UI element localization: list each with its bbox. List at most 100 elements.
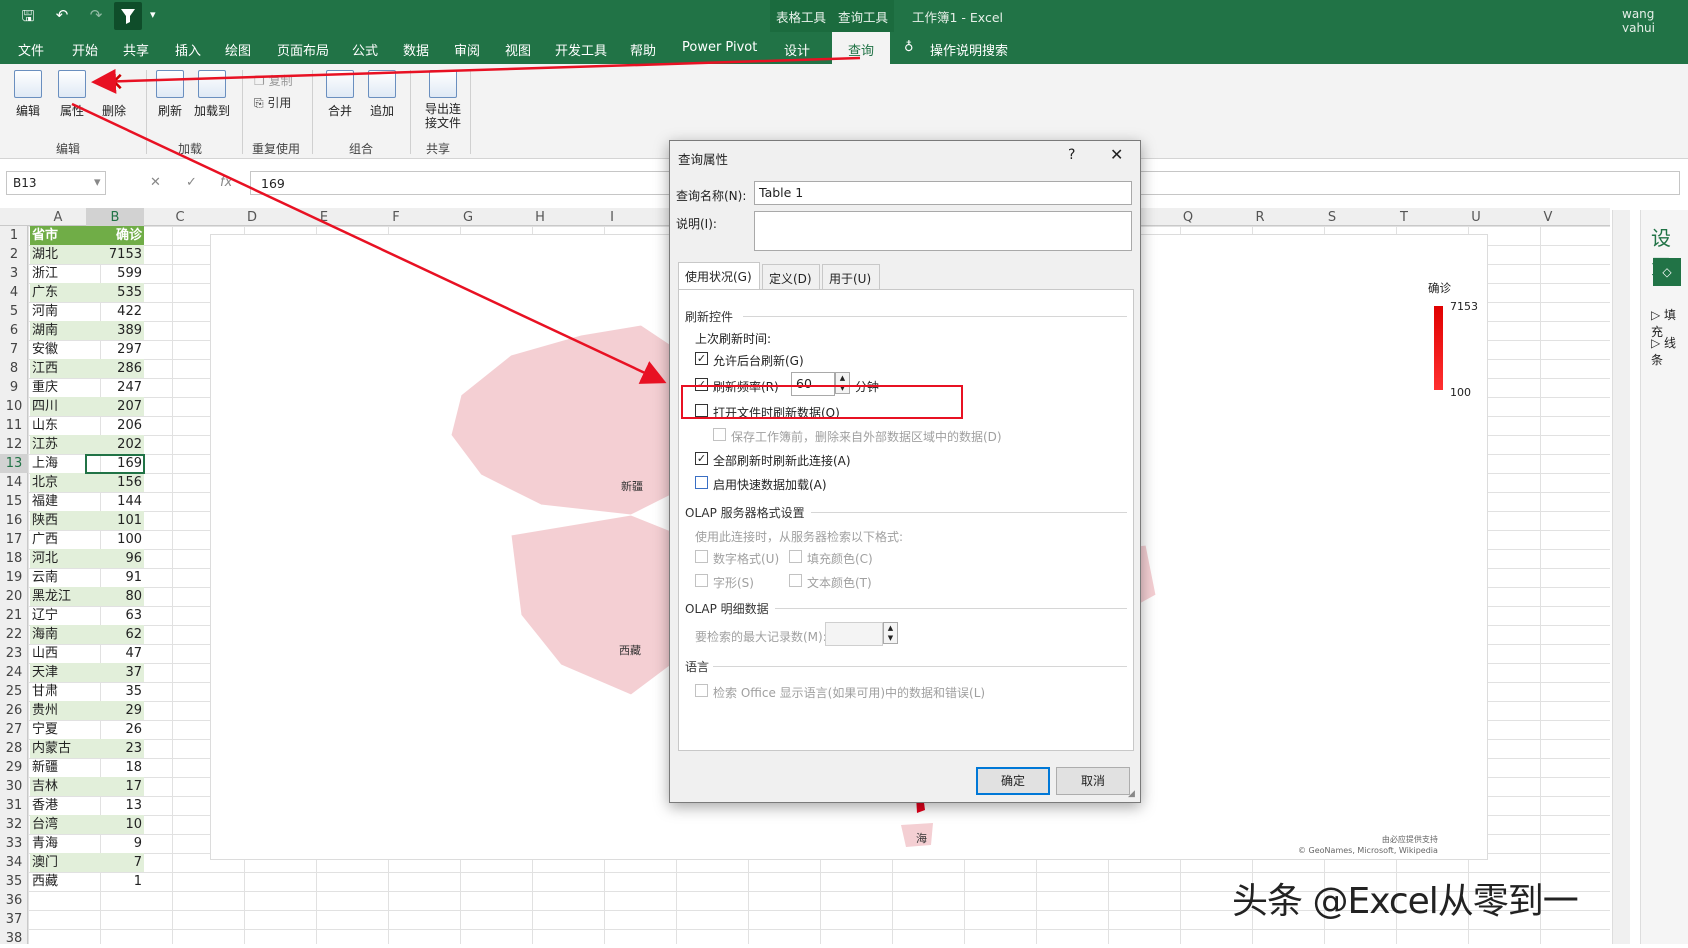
column-header-q[interactable]: Q [1152, 210, 1224, 225]
table-cell-confirmed[interactable]: 297 [86, 340, 144, 359]
row-header[interactable]: 31 [0, 796, 28, 815]
remove-data-checkbox[interactable] [713, 428, 726, 441]
table-cell-province[interactable]: 河北 [30, 549, 86, 568]
max-records-spinner[interactable]: ▲ ▼ [883, 622, 898, 644]
table-cell-province[interactable]: 浙江 [30, 264, 86, 283]
table-cell-province[interactable]: 宁夏 [30, 720, 86, 739]
table-cell-confirmed[interactable]: 156 [86, 473, 144, 492]
column-header-v[interactable]: V [1512, 210, 1584, 225]
tab-query[interactable]: 查询 [832, 32, 890, 64]
column-header-c[interactable]: C [144, 210, 216, 225]
table-cell-confirmed[interactable]: 37 [86, 663, 144, 682]
row-header[interactable]: 38 [0, 929, 28, 948]
fill-color-checkbox[interactable] [789, 550, 802, 563]
tab-used-in[interactable]: 用于(U) [822, 264, 880, 289]
resize-grip-icon[interactable]: ◢ [1128, 789, 1135, 799]
text-color-checkbox[interactable] [789, 574, 802, 587]
table-cell-province[interactable]: 湖南 [30, 321, 86, 340]
paint-bucket-icon[interactable]: ◇ [1653, 258, 1681, 286]
row-header[interactable]: 1 [0, 226, 28, 245]
table-cell-province[interactable]: 重庆 [30, 378, 86, 397]
table-cell-confirmed[interactable]: 26 [86, 720, 144, 739]
row-header[interactable]: 23 [0, 644, 28, 663]
background-refresh-checkbox[interactable]: ✓ [695, 352, 708, 365]
column-header-a[interactable]: A [30, 210, 86, 225]
tab-draw[interactable]: 绘图 [225, 40, 251, 59]
name-box-dropdown-icon[interactable]: ▾ [94, 175, 101, 190]
table-cell-province[interactable]: 湖北 [30, 245, 86, 264]
table-cell-province[interactable]: 青海 [30, 834, 86, 853]
row-header[interactable]: 4 [0, 283, 28, 302]
row-header[interactable]: 11 [0, 416, 28, 435]
tab-view[interactable]: 视图 [505, 40, 531, 59]
tab-help[interactable]: 帮助 [630, 40, 656, 59]
row-header[interactable]: 30 [0, 777, 28, 796]
table-cell-confirmed[interactable]: 23 [86, 739, 144, 758]
tab-review[interactable]: 审阅 [454, 40, 480, 59]
row-header[interactable]: 21 [0, 606, 28, 625]
table-cell-confirmed[interactable]: 80 [86, 587, 144, 606]
tab-design[interactable]: 设计 [784, 40, 810, 59]
tab-home[interactable]: 开始 [72, 40, 98, 59]
load-to-button[interactable]: 加载到 [192, 70, 232, 119]
row-header[interactable]: 25 [0, 682, 28, 701]
close-icon[interactable]: ✕ [1110, 145, 1123, 164]
table-cell-confirmed[interactable]: 207 [86, 397, 144, 416]
reference-button[interactable]: ⎘ 引用 [254, 94, 291, 111]
row-header[interactable]: 29 [0, 758, 28, 777]
table-cell-confirmed[interactable]: 599 [86, 264, 144, 283]
row-header[interactable]: 19 [0, 568, 28, 587]
table-cell-confirmed[interactable]: 63 [86, 606, 144, 625]
tell-me-search[interactable]: 操作说明搜索 [930, 40, 1008, 59]
table-cell-confirmed[interactable]: 144 [86, 492, 144, 511]
table-cell-province[interactable]: 甘肃 [30, 682, 86, 701]
row-header[interactable]: 12 [0, 435, 28, 454]
number-format-checkbox[interactable] [695, 550, 708, 563]
tab-power-pivot[interactable]: Power Pivot [682, 40, 757, 55]
table-header-cell[interactable]: 确诊 [86, 226, 144, 245]
table-cell-province[interactable]: 黑龙江 [30, 587, 86, 606]
row-header[interactable]: 10 [0, 397, 28, 416]
table-cell-province[interactable]: 广西 [30, 530, 86, 549]
table-cell-province[interactable]: 河南 [30, 302, 86, 321]
table-cell-confirmed[interactable]: 29 [86, 701, 144, 720]
table-cell-confirmed[interactable]: 389 [86, 321, 144, 340]
row-header[interactable]: 27 [0, 720, 28, 739]
row-header[interactable]: 14 [0, 473, 28, 492]
row-header[interactable]: 5 [0, 302, 28, 321]
row-header[interactable]: 32 [0, 815, 28, 834]
filter-icon[interactable] [114, 2, 142, 30]
tab-data[interactable]: 数据 [403, 40, 429, 59]
table-cell-confirmed[interactable]: 7153 [86, 245, 144, 264]
export-connection-button[interactable]: 导出连 接文件 [420, 70, 466, 130]
row-header[interactable]: 7 [0, 340, 28, 359]
table-cell-province[interactable]: 海南 [30, 625, 86, 644]
tab-definition[interactable]: 定义(D) [762, 264, 820, 289]
table-cell-province[interactable]: 上海 [30, 454, 86, 473]
column-header-b[interactable]: B [86, 208, 144, 226]
vertical-scrollbar[interactable] [1612, 210, 1630, 944]
column-header-f[interactable]: F [360, 210, 432, 225]
refresh-button[interactable]: 刷新 [150, 70, 190, 119]
row-header[interactable]: 37 [0, 910, 28, 929]
table-cell-province[interactable]: 香港 [30, 796, 86, 815]
tab-usage[interactable]: 使用状况(G) [678, 262, 760, 290]
table-cell-province[interactable]: 山东 [30, 416, 86, 435]
row-header[interactable]: 34 [0, 853, 28, 872]
save-icon[interactable]: 🖫 [18, 6, 38, 31]
row-header[interactable]: 28 [0, 739, 28, 758]
table-cell-province[interactable]: 福建 [30, 492, 86, 511]
table-cell-confirmed[interactable]: 47 [86, 644, 144, 663]
table-cell-confirmed[interactable]: 247 [86, 378, 144, 397]
table-cell-confirmed[interactable]: 202 [86, 435, 144, 454]
table-cell-province[interactable]: 陕西 [30, 511, 86, 530]
table-cell-confirmed[interactable]: 10 [86, 815, 144, 834]
insert-function-icon[interactable]: fx [220, 175, 232, 190]
tab-formulas[interactable]: 公式 [352, 40, 378, 59]
query-name-input[interactable]: Table 1 [754, 181, 1132, 205]
row-header[interactable]: 33 [0, 834, 28, 853]
table-cell-province[interactable]: 江西 [30, 359, 86, 378]
column-header-g[interactable]: G [432, 210, 504, 225]
fast-load-checkbox[interactable] [695, 476, 708, 489]
table-cell-confirmed[interactable]: 9 [86, 834, 144, 853]
